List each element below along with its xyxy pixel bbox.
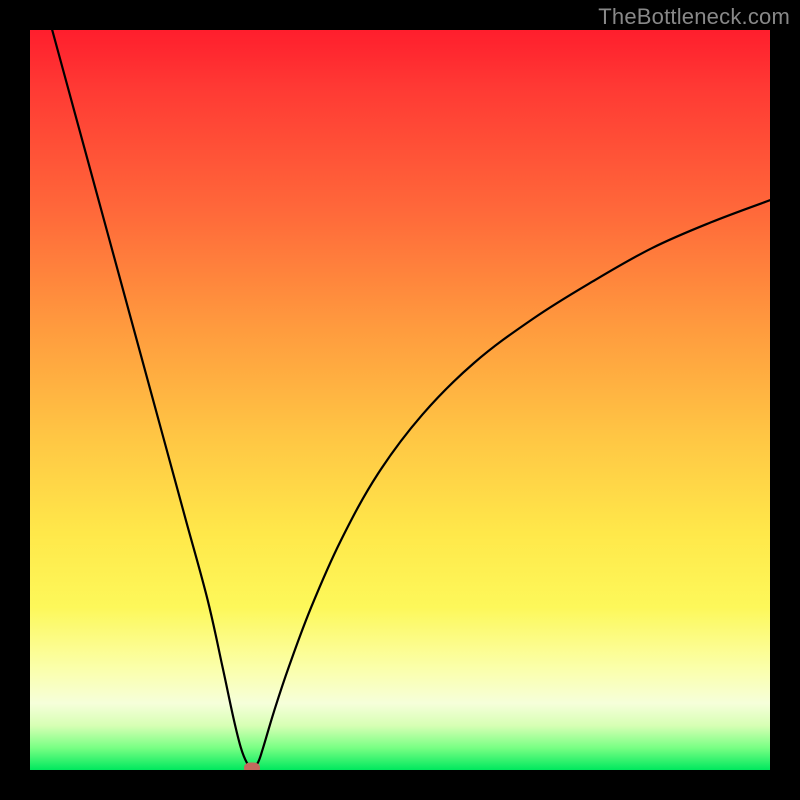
plot-area (30, 30, 770, 770)
bottleneck-curve (30, 30, 770, 770)
watermark: TheBottleneck.com (598, 4, 790, 30)
optimal-point-marker (244, 762, 260, 770)
chart-frame: TheBottleneck.com (0, 0, 800, 800)
